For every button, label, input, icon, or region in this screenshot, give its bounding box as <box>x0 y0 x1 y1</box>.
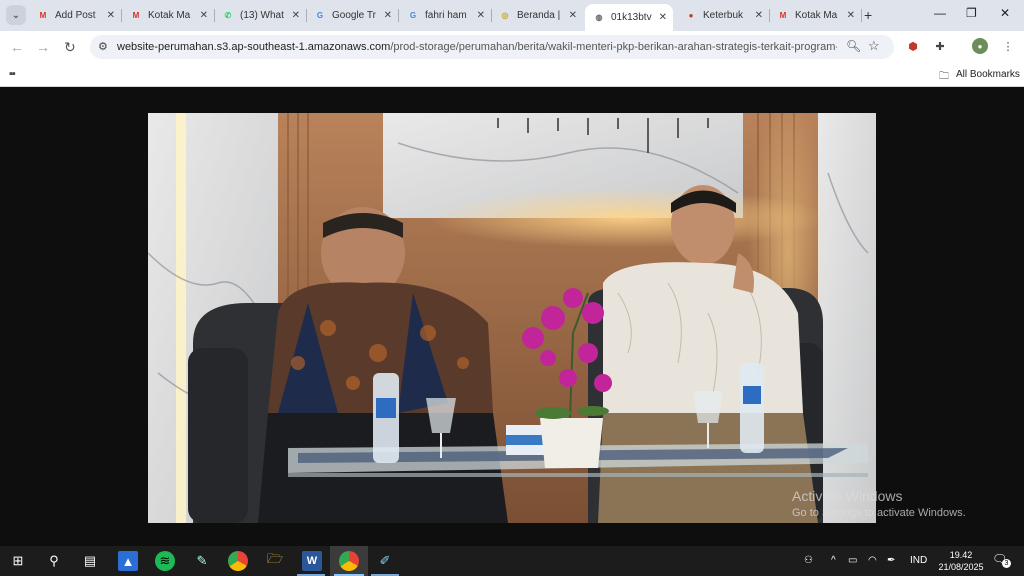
forward-button[interactable]: → <box>36 39 50 55</box>
tab-label: Kotak Ma <box>795 10 838 21</box>
google-translate-icon: G <box>316 11 324 20</box>
spotify-icon[interactable]: ≋ <box>155 551 175 571</box>
new-tab-button[interactable]: + <box>864 7 872 23</box>
clock-date: 21/08/2025 <box>938 562 984 572</box>
tab-7[interactable]: ● Keterbuk ✕ <box>677 4 770 27</box>
news-photo <box>148 113 876 523</box>
tab-4[interactable]: Gfahri ham ✕ <box>399 4 492 27</box>
browser-toolbar: ← → ↻ ⚙ website-perumahan.s3.ap-southeas… <box>0 31 1024 63</box>
tab-5[interactable]: ◎ Beranda | ✕ <box>491 4 583 27</box>
file-explorer-icon[interactable]: 🗁 <box>265 551 285 571</box>
minimize-button[interactable]: — <box>934 6 946 20</box>
tab-8[interactable]: M Kotak Ma ✕ <box>769 4 862 27</box>
word-icon[interactable]: W <box>302 551 322 571</box>
bookmark-star-icon[interactable]: ☆ <box>868 38 880 54</box>
task-view-icon[interactable]: ▤ <box>80 551 100 571</box>
tab-3[interactable]: G Google Tr ✕ <box>306 4 399 27</box>
wifi-icon[interactable]: ◠ <box>868 555 877 566</box>
tab-label: Google Tr <box>332 10 376 21</box>
search-icon[interactable]: ⚲ <box>44 551 64 571</box>
google-icon: G <box>409 11 417 20</box>
tab-2[interactable]: ✆ (13) What ✕ <box>214 4 307 27</box>
tab-close-icon[interactable]: ✕ <box>569 10 577 21</box>
tab-close-icon[interactable]: ✕ <box>200 10 208 21</box>
reload-button[interactable]: ↻ <box>64 39 76 56</box>
windows-start-icon[interactable]: ⊞ <box>8 551 28 571</box>
tab-label: Kotak Ma <box>148 10 191 21</box>
gmail-icon: M <box>779 11 787 20</box>
people-icon[interactable]: ⚇ <box>804 555 813 566</box>
zoom-icon[interactable]: 🔍︎ <box>846 39 861 53</box>
whatsapp-icon: ✆ <box>224 11 232 20</box>
close-window-button[interactable]: ✕ <box>1000 6 1010 20</box>
tab-close-icon[interactable]: ✕ <box>292 10 300 21</box>
tab-close-icon[interactable]: ✕ <box>659 12 667 23</box>
tab-label: fahri ham <box>425 10 467 21</box>
show-hidden-icons-chevron[interactable]: ^ <box>831 555 836 566</box>
browser-menu-icon[interactable]: ⋮ <box>1000 38 1016 54</box>
tab-strip: ⌄ M Add Post ✕ M Kotak Ma ✕ ✆ (13) What ✕ G Google… <box>0 0 1024 31</box>
system-clock[interactable]: 19.42 21/08/2025 <box>936 549 986 573</box>
tab-close-icon[interactable]: ✕ <box>384 10 392 21</box>
site-icon: ● <box>688 11 694 20</box>
tab-label: Add Post <box>55 10 96 21</box>
all-bookmarks-button[interactable]: All Bookmarks <box>956 69 1020 80</box>
app-icon[interactable]: ✎ <box>192 551 212 571</box>
chrome-icon[interactable] <box>228 551 248 571</box>
gmail-icon: M <box>132 11 140 20</box>
tab-1[interactable]: M Kotak Ma ✕ <box>122 4 215 27</box>
tab-6[interactable]: ◍ 01k13btv ✕ <box>585 4 673 31</box>
tab-label: Keterbuk <box>703 10 744 21</box>
tab-label: (13) What <box>240 10 284 21</box>
clock-time: 19.42 <box>949 550 973 560</box>
tab-close-icon[interactable]: ✕ <box>755 10 763 21</box>
extensions-puzzle-icon[interactable]: ✚ <box>932 38 948 54</box>
site-info-icon[interactable]: ⚙ <box>98 40 108 53</box>
tab-search-button[interactable]: ⌄ <box>6 5 26 25</box>
notepad-icon[interactable]: ✐ <box>375 551 395 571</box>
tab-0[interactable]: M Add Post ✕ <box>29 4 122 27</box>
photos-app-icon[interactable]: ▲ <box>118 551 138 571</box>
windows-taskbar: ⊞ ⚲ ▤ ▲ ≋ ✎ 🗁 W ✐ ⚇ ^ ▭ ◠ ✒ IND 19.42 21… <box>0 546 1024 576</box>
pen-icon[interactable]: ✒ <box>887 555 895 566</box>
tab-close-icon[interactable]: ✕ <box>477 10 485 21</box>
url-text[interactable]: website-perumahan.s3.ap-southeast-1.amaz… <box>117 41 837 53</box>
extension-icon[interactable]: ⬢ <box>905 38 921 54</box>
gmail-icon: M <box>39 11 47 20</box>
restore-button[interactable]: ❐ <box>966 6 977 20</box>
activate-windows-title: Activate Windows <box>792 488 903 504</box>
battery-icon[interactable]: ▭ <box>848 555 857 566</box>
folder-icon: 🗀 <box>939 71 949 82</box>
tab-close-icon[interactable]: ✕ <box>847 10 855 21</box>
tab-separator <box>861 9 862 22</box>
bookmarks-bar: ▪▪ 🗀 All Bookmarks <box>0 63 1024 87</box>
tab-close-icon[interactable]: ✕ <box>107 10 115 21</box>
globe-icon: ◍ <box>595 13 603 22</box>
profile-avatar[interactable]: ● <box>972 38 988 54</box>
activate-windows-subtitle: Go to Settings to activate Windows. <box>792 507 966 519</box>
notification-count-badge: 3 <box>1002 559 1011 568</box>
chrome-active-icon[interactable] <box>339 551 359 571</box>
site-icon: ◎ <box>501 11 509 20</box>
tab-label: Beranda | <box>517 10 561 21</box>
back-button[interactable]: ← <box>10 39 24 55</box>
address-bar[interactable]: ⚙ website-perumahan.s3.ap-southeast-1.am… <box>90 35 894 59</box>
language-indicator[interactable]: IND <box>910 555 927 566</box>
tab-label: 01k13btv <box>611 12 652 23</box>
apps-grid-icon[interactable]: ▪▪ <box>9 68 16 80</box>
